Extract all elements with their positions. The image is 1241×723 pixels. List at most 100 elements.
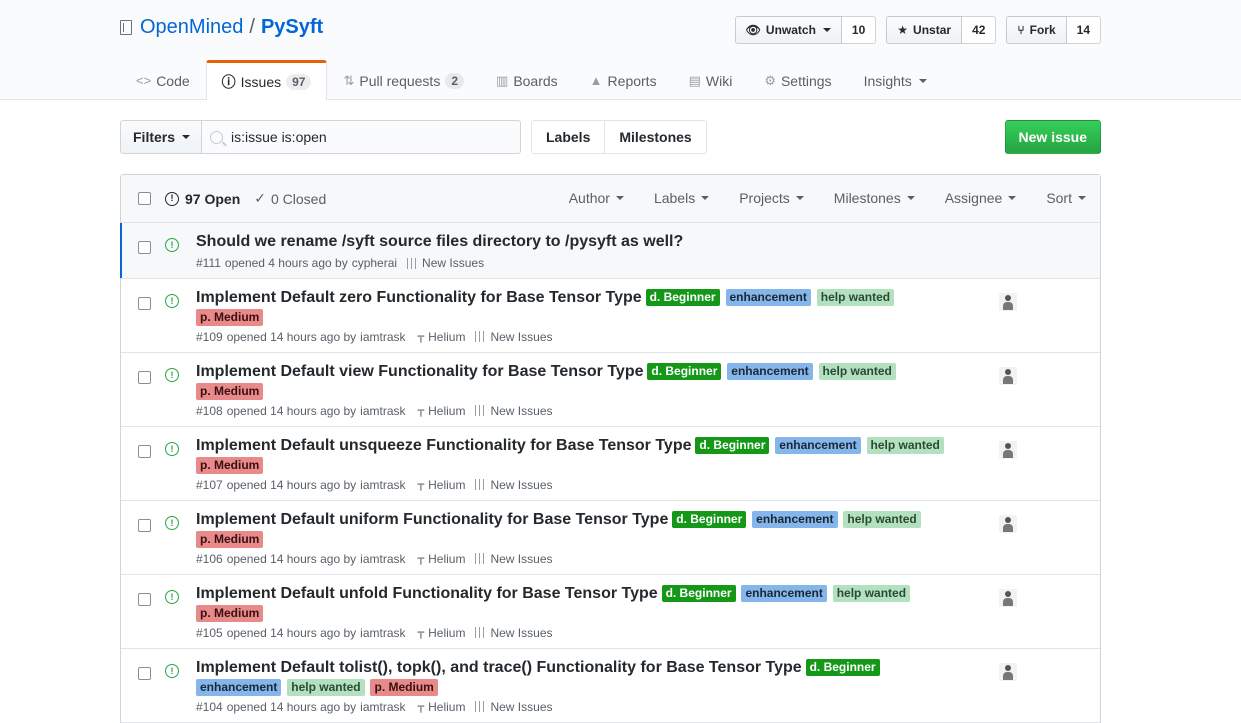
issue-label[interactable]: d. Beginner: [661, 584, 736, 602]
issue-checkbox[interactable]: [138, 241, 151, 254]
issue-project-link[interactable]: New Issues: [490, 552, 552, 566]
search-input[interactable]: [231, 129, 501, 145]
fork-button[interactable]: ⑂ Fork: [1006, 16, 1067, 44]
issue-title-link[interactable]: Implement Default zero Functionality for…: [196, 289, 642, 306]
tab-pull-requests[interactable]: ⇅ Pull requests 2: [327, 60, 480, 100]
issue-title-link[interactable]: Should we rename /syft source files dire…: [196, 233, 683, 250]
issue-label[interactable]: d. Beginner: [805, 658, 880, 676]
sort-filter[interactable]: Sort: [1046, 190, 1086, 206]
milestones-filter[interactable]: Milestones: [834, 190, 915, 206]
issue-label[interactable]: d. Beginner: [645, 288, 720, 306]
issue-label[interactable]: p. Medium: [196, 456, 264, 474]
issue-label[interactable]: p. Medium: [196, 308, 264, 326]
select-all-checkbox[interactable]: [138, 192, 151, 205]
tab-boards[interactable]: ▥ Boards: [480, 60, 574, 100]
issue-milestone-link[interactable]: Helium: [428, 552, 465, 566]
issue-label[interactable]: help wanted: [287, 678, 365, 696]
issue-row[interactable]: ! Implement Default tolist(), topk(), and…: [121, 649, 1100, 723]
issue-label[interactable]: p. Medium: [196, 604, 264, 622]
issue-row[interactable]: ! Implement Default zero Functionality fo…: [121, 279, 1100, 353]
new-issue-button[interactable]: New issue: [1004, 120, 1101, 154]
issue-row[interactable]: ! Implement Default uniform Functionality…: [121, 501, 1100, 575]
issue-author-link[interactable]: cypherai: [352, 256, 397, 270]
issue-author-link[interactable]: iamtrask: [360, 478, 405, 492]
labels-button[interactable]: Labels: [531, 120, 606, 154]
author-filter[interactable]: Author: [569, 190, 624, 206]
assignee-avatar[interactable]: [999, 589, 1017, 607]
issue-row[interactable]: ! Implement Default view Functionality fo…: [121, 353, 1100, 427]
issue-label[interactable]: p. Medium: [370, 678, 438, 696]
issue-milestone-link[interactable]: Helium: [428, 330, 465, 344]
assignee-avatar[interactable]: [999, 515, 1017, 533]
repo-owner-link[interactable]: OpenMined: [140, 16, 243, 39]
issue-label[interactable]: enhancement: [775, 436, 861, 454]
filters-dropdown[interactable]: Filters: [120, 120, 204, 154]
issue-label[interactable]: d. Beginner: [647, 362, 722, 380]
issue-project-link[interactable]: New Issues: [422, 256, 484, 270]
issue-label[interactable]: enhancement: [741, 584, 827, 602]
issue-label[interactable]: help wanted: [866, 436, 944, 454]
issue-label[interactable]: p. Medium: [196, 530, 264, 548]
issue-milestone-link[interactable]: Helium: [428, 404, 465, 418]
issue-author-link[interactable]: iamtrask: [360, 552, 405, 566]
issue-author-link[interactable]: iamtrask: [360, 404, 405, 418]
issue-project-link[interactable]: New Issues: [490, 626, 552, 640]
issue-milestone-link[interactable]: Helium: [428, 478, 465, 492]
issue-checkbox[interactable]: [138, 297, 151, 310]
tab-code[interactable]: <> Code: [120, 60, 206, 100]
stargazers-count[interactable]: 42: [962, 16, 997, 44]
issue-label[interactable]: enhancement: [727, 362, 813, 380]
issue-label[interactable]: p. Medium: [196, 382, 264, 400]
tab-insights[interactable]: Insights: [848, 60, 943, 100]
issue-checkbox[interactable]: [138, 519, 151, 532]
issue-row[interactable]: ! Implement Default unfold Functionality …: [121, 575, 1100, 649]
issue-project-link[interactable]: New Issues: [490, 478, 552, 492]
issue-title-link[interactable]: Implement Default view Functionality for…: [196, 363, 644, 380]
open-issues-link[interactable]: ! 97 Open: [165, 190, 240, 207]
unwatch-button[interactable]: 👁 Unwatch: [734, 16, 842, 44]
labels-filter[interactable]: Labels: [654, 190, 710, 206]
issue-milestone-link[interactable]: Helium: [428, 700, 465, 714]
issue-title-link[interactable]: Implement Default tolist(), topk(), and …: [196, 659, 802, 676]
milestones-button[interactable]: Milestones: [605, 120, 707, 154]
tab-wiki[interactable]: ▤ Wiki: [673, 60, 749, 100]
unstar-button[interactable]: ★ Unstar: [886, 16, 963, 44]
issue-project-link[interactable]: New Issues: [490, 700, 552, 714]
issue-author-link[interactable]: iamtrask: [360, 330, 405, 344]
tab-issues[interactable]: ⓘ Issues 97: [205, 60, 328, 100]
issue-row[interactable]: ! Should we rename /syft source files dir…: [120, 223, 1100, 279]
issue-label[interactable]: d. Beginner: [672, 510, 747, 528]
issue-label[interactable]: enhancement: [725, 288, 811, 306]
watchers-count[interactable]: 10: [841, 16, 877, 44]
issue-project-link[interactable]: New Issues: [490, 404, 552, 418]
issue-label[interactable]: help wanted: [832, 584, 911, 602]
assignee-avatar[interactable]: [999, 441, 1017, 459]
assignee-avatar[interactable]: [999, 367, 1017, 385]
projects-filter[interactable]: Projects: [739, 190, 804, 206]
forks-count[interactable]: 14: [1066, 16, 1101, 44]
assignee-avatar[interactable]: [999, 293, 1017, 311]
issue-author-link[interactable]: iamtrask: [360, 700, 405, 714]
issue-label[interactable]: help wanted: [843, 510, 921, 528]
issue-label[interactable]: enhancement: [752, 510, 838, 528]
issue-row[interactable]: ! Implement Default unsqueeze Functionali…: [121, 427, 1100, 501]
issue-checkbox[interactable]: [138, 371, 151, 384]
tab-reports[interactable]: ▲ Reports: [574, 60, 673, 100]
issue-label[interactable]: enhancement: [196, 678, 282, 696]
assignee-filter[interactable]: Assignee: [945, 190, 1017, 206]
repo-name-link[interactable]: PySyft: [261, 16, 323, 39]
issue-project-link[interactable]: New Issues: [490, 330, 552, 344]
issue-milestone-link[interactable]: Helium: [428, 626, 465, 640]
issue-checkbox[interactable]: [138, 445, 151, 458]
issue-label[interactable]: help wanted: [818, 362, 896, 380]
issue-author-link[interactable]: iamtrask: [360, 626, 405, 640]
issue-label[interactable]: help wanted: [816, 288, 895, 306]
assignee-avatar[interactable]: [999, 663, 1017, 681]
issue-title-link[interactable]: Implement Default unsqueeze Functionalit…: [196, 437, 692, 454]
issue-title-link[interactable]: Implement Default uniform Functionality …: [196, 511, 668, 528]
issue-label[interactable]: d. Beginner: [695, 436, 770, 454]
issue-title-link[interactable]: Implement Default unfold Functionality f…: [196, 585, 658, 602]
tab-settings[interactable]: ⚙ Settings: [748, 60, 847, 100]
issue-checkbox[interactable]: [138, 593, 151, 606]
closed-issues-link[interactable]: ✓ 0 Closed: [254, 190, 326, 207]
